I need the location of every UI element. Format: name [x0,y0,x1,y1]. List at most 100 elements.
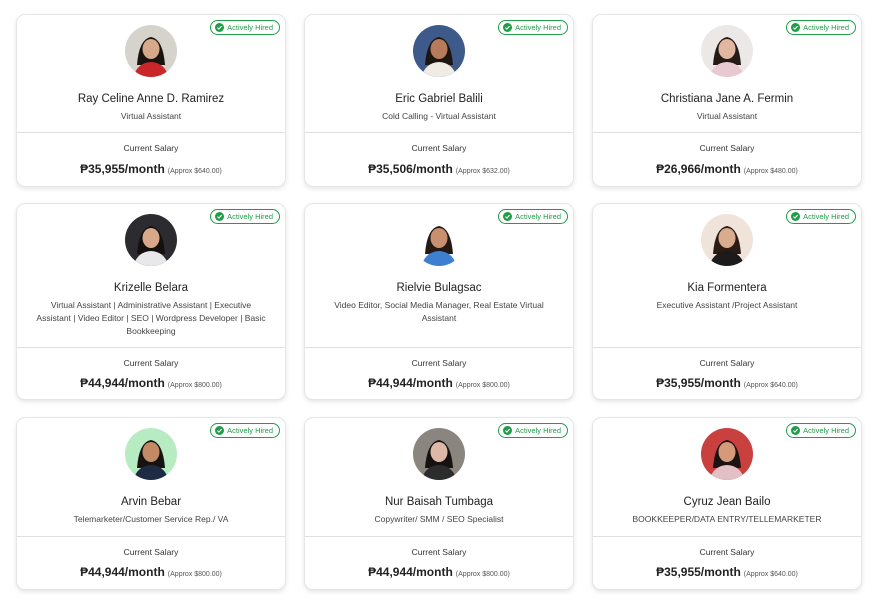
salary-row: ₱26,966/month (Approx $480.00) [593,160,861,178]
salary-approx: (Approx $640.00) [743,382,798,389]
avatar [701,25,753,77]
salary-approx: (Approx $800.00) [167,571,222,578]
salary-row: ₱35,506/month (Approx $632.00) [305,160,573,178]
check-circle-icon [215,426,225,435]
candidate-name: Kia Formentera [687,282,767,294]
salary-label: Current Salary [411,143,467,153]
salary-amount: ₱44,944/month [368,565,453,579]
divider [305,536,573,537]
candidate-role: Video Editor, Social Media Manager, Real… [334,300,544,323]
avatar [701,214,753,266]
avatar [125,428,177,480]
salary-label: Current Salary [123,143,179,153]
badge-label: Actively Hired [803,23,849,32]
actively-hired-badge: Actively Hired [210,423,280,438]
salary-row: ₱35,955/month (Approx $640.00) [593,563,861,581]
salary-label: Current Salary [699,143,755,153]
candidate-name: Cyruz Jean Bailo [683,496,771,508]
salary-amount: ₱44,944/month [80,565,165,579]
salary-label: Current Salary [123,547,179,557]
check-circle-icon [791,212,801,221]
salary-amount: ₱35,955/month [656,565,741,579]
candidate-role: Executive Assistant /Project Assistant [656,300,798,310]
check-circle-icon [215,212,225,221]
salary-label: Current Salary [699,358,755,368]
salary-row: ₱35,955/month (Approx $640.00) [593,374,861,392]
candidate-card[interactable]: Actively Hired Christiana Jane A. Fermin… [592,14,862,187]
salary-amount: ₱44,944/month [368,376,453,390]
check-circle-icon [791,23,801,32]
badge-label: Actively Hired [227,212,273,221]
divider [305,132,573,133]
badge-label: Actively Hired [227,23,273,32]
candidate-card[interactable]: Actively Hired Krizelle Belara Virtual A… [16,203,286,400]
salary-approx: (Approx $640.00) [743,571,798,578]
candidate-card[interactable]: Actively Hired Eric Gabriel Balili Cold … [304,14,574,187]
salary-label: Current Salary [123,358,179,368]
candidate-name: Christiana Jane A. Fermin [660,93,794,105]
candidate-grid: Actively Hired Ray Celine Anne D. Ramire… [0,0,883,604]
salary-row: ₱44,944/month (Approx $800.00) [305,374,573,392]
salary-approx: (Approx $480.00) [743,168,798,175]
salary-label: Current Salary [699,547,755,557]
divider [593,536,861,537]
candidate-name: Krizelle Belara [113,282,189,294]
divider [17,536,285,537]
salary-approx: (Approx $800.00) [455,382,510,389]
actively-hired-badge: Actively Hired [210,209,280,224]
check-circle-icon [215,23,225,32]
salary-approx: (Approx $632.00) [455,168,510,175]
check-circle-icon [503,212,513,221]
candidate-card[interactable]: Actively Hired Nur Baisah Tumbaga Copywr… [304,417,574,590]
salary-amount: ₱44,944/month [80,376,165,390]
candidate-role: Virtual Assistant | Administrative Assis… [36,300,266,336]
avatar [701,428,753,480]
divider [305,347,573,348]
candidate-role: BOOKKEEPER/DATA ENTRY/TELLEMARKETER [632,514,822,524]
salary-row: ₱44,944/month (Approx $800.00) [17,563,285,581]
salary-approx: (Approx $800.00) [455,571,510,578]
candidate-card[interactable]: Actively Hired Ray Celine Anne D. Ramire… [16,14,286,187]
divider [593,347,861,348]
candidate-card[interactable]: Actively Hired Kia Formentera Executive … [592,203,862,400]
salary-row: ₱35,955/month (Approx $640.00) [17,160,285,178]
avatar [413,25,465,77]
actively-hired-badge: Actively Hired [210,20,280,35]
candidate-card[interactable]: Actively Hired Cyruz Jean Bailo BOOKKEEP… [592,417,862,590]
actively-hired-badge: Actively Hired [786,423,856,438]
salary-row: ₱44,944/month (Approx $800.00) [305,563,573,581]
salary-amount: ₱35,506/month [368,162,453,176]
actively-hired-badge: Actively Hired [786,20,856,35]
candidate-name: Ray Celine Anne D. Ramirez [77,93,225,105]
avatar [125,214,177,266]
candidate-name: Eric Gabriel Balili [395,93,483,105]
candidate-role: Telemarketer/Customer Service Rep./ VA [73,514,229,524]
divider [17,132,285,133]
candidate-role: Virtual Assistant [696,111,758,121]
candidate-card[interactable]: Actively Hired Rielvie Bulagsac Video Ed… [304,203,574,400]
avatar [125,25,177,77]
divider [17,347,285,348]
salary-amount: ₱26,966/month [656,162,741,176]
badge-label: Actively Hired [803,426,849,435]
actively-hired-badge: Actively Hired [498,209,568,224]
salary-approx: (Approx $800.00) [167,382,222,389]
salary-label: Current Salary [411,547,467,557]
divider [593,132,861,133]
actively-hired-badge: Actively Hired [498,20,568,35]
candidate-card[interactable]: Actively Hired Arvin Bebar Telemarketer/… [16,417,286,590]
salary-label: Current Salary [411,358,467,368]
badge-label: Actively Hired [515,23,561,32]
avatar [413,428,465,480]
candidate-role: Cold Calling - Virtual Assistant [382,111,496,121]
salary-amount: ₱35,955/month [80,162,165,176]
badge-label: Actively Hired [515,426,561,435]
badge-label: Actively Hired [515,212,561,221]
candidate-name: Rielvie Bulagsac [396,282,482,294]
check-circle-icon [791,426,801,435]
actively-hired-badge: Actively Hired [786,209,856,224]
salary-approx: (Approx $640.00) [167,168,222,175]
actively-hired-badge: Actively Hired [498,423,568,438]
salary-row: ₱44,944/month (Approx $800.00) [17,374,285,392]
candidate-role: Copywriter/ SMM / SEO Specialist [374,514,504,524]
